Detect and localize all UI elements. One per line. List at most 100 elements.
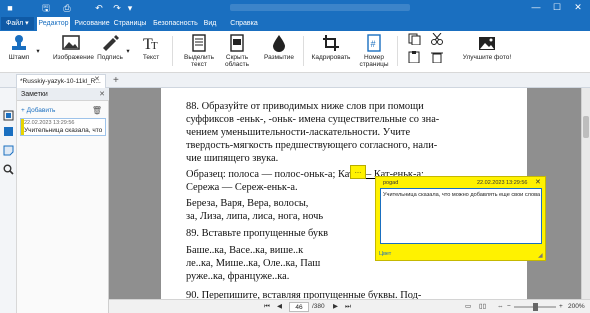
scroll-thumb[interactable] (583, 116, 589, 138)
page-text-line: Баше..ка, Васе..ка, више..к (186, 245, 304, 256)
stamp-dropdown-icon[interactable]: ▾ (34, 47, 42, 55)
tab-view[interactable]: Вид (202, 17, 218, 31)
notes-panel-title: Заметки (21, 91, 48, 98)
page-text-line: ле..ка, Мише..ка, Оле..ка, Паш (186, 258, 321, 269)
ribbon-toolbar: Штамп ▾ Изображение Подпись ▾ TT Текст В… (0, 31, 590, 73)
cut-button[interactable] (426, 33, 448, 47)
close-note-icon[interactable]: ✕ (535, 178, 541, 186)
next-page-icon[interactable]: ▶ (333, 301, 338, 313)
select-text-icon (192, 34, 206, 52)
save-icon[interactable]: 🖫 (40, 2, 52, 14)
note-text-field[interactable]: Учительница сказала, что можно добавлять… (380, 188, 542, 244)
text-button[interactable]: TT Текст (139, 34, 163, 61)
close-panel-icon[interactable]: ✕ (99, 88, 105, 101)
delete-note-icon[interactable]: 🗑 (92, 106, 102, 115)
vertical-scrollbar[interactable] (581, 88, 590, 299)
print-icon[interactable]: ⎙ (61, 2, 73, 14)
close-tab-icon[interactable]: ✕ (94, 75, 100, 83)
add-note-button[interactable]: + Добавить (21, 107, 55, 114)
image-button[interactable]: Изображение (53, 34, 94, 61)
title-bar: ■ 🖫 ⎙ ↶ ↷ ▾ — ☐ ✕ (0, 0, 590, 16)
search-icon[interactable] (3, 164, 14, 175)
last-page-icon[interactable]: ⏭ (345, 301, 351, 313)
stamp-label: Штамп (8, 54, 30, 61)
page-number-button[interactable]: # Номер страницы (358, 34, 390, 68)
hide-area-icon (230, 34, 244, 52)
note-color-link[interactable]: Цвет (379, 251, 391, 257)
tab-editor[interactable]: Редактор (37, 17, 70, 31)
page-text-line: 89. Вставьте пропущенные букв (186, 228, 329, 239)
page-text-line: твердость-мягкость предшествующего согла… (186, 140, 438, 151)
hide-area-button[interactable]: Скрыть область (222, 34, 252, 68)
app-logo-icon: ■ (7, 3, 13, 13)
zoom-out-icon[interactable]: − (507, 301, 511, 313)
note-preview-text: Учительница сказала, что мс (24, 127, 104, 134)
ribbon-separator (397, 36, 398, 66)
photo-enhance-icon (479, 37, 495, 50)
pages-icon[interactable] (3, 110, 14, 121)
page-number-icon: # (367, 34, 381, 52)
page-number-label: Номер (363, 54, 384, 61)
page-number-input[interactable]: 46 (289, 302, 309, 312)
hide-area-label: Скрыть (225, 54, 249, 61)
left-tool-rail (0, 88, 17, 313)
page-text-line: 90. Перепишите, вставляя пропущенные бук… (186, 290, 422, 299)
stamp-button[interactable]: Штамп (5, 34, 33, 61)
single-page-view-icon[interactable]: ▭ (465, 301, 471, 313)
note-list-item[interactable]: 22.02.2023 13:29:56 Учительница сказала,… (20, 118, 106, 136)
close-icon[interactable]: ✕ (567, 1, 589, 14)
blur-button[interactable]: Размытие (262, 34, 296, 61)
tab-drawing[interactable]: Рисование (72, 17, 112, 31)
redo-icon[interactable]: ↷ (111, 2, 123, 14)
select-text-label: Выделить (184, 54, 214, 61)
tab-pages[interactable]: Страницы (113, 17, 147, 31)
note-date: 22.02.2023 13:29:56 (24, 120, 75, 126)
zoom-slider-handle[interactable] (533, 303, 538, 311)
notes-panel: Заметки ✕ + Добавить 🗑 22.02.2023 13:29:… (17, 88, 109, 313)
undo-icon[interactable]: ↶ (93, 2, 105, 14)
signature-icon (103, 35, 119, 51)
text-tool-icon: TT (143, 36, 158, 52)
signature-dropdown-icon[interactable]: ▾ (124, 47, 132, 55)
zoom-in-icon[interactable]: + (559, 301, 563, 313)
page-text-line: чие шипящего звука. (186, 153, 279, 164)
delete-button[interactable] (426, 51, 448, 65)
file-menu-button[interactable]: Файл ▾ (1, 17, 34, 30)
add-tab-icon[interactable]: + (113, 74, 119, 87)
page-number-label-2: страницы (359, 61, 389, 68)
two-page-view-icon[interactable]: ▯▯ (479, 301, 486, 313)
zoom-level[interactable]: 200% (568, 301, 585, 313)
maximize-icon[interactable]: ☐ (546, 1, 568, 14)
paste-icon (408, 51, 420, 63)
tab-security[interactable]: Безопасность (153, 17, 198, 31)
document-tab-strip: *Russkiy-yazyk-10-11kl_R... ✕ + (0, 73, 590, 88)
scissors-icon (431, 33, 443, 45)
minimize-icon[interactable]: — (525, 1, 547, 14)
note-popup: pogad 22.02.2023 13:29:56 ✕ Учительница … (375, 176, 546, 261)
crop-icon (323, 35, 339, 51)
enhance-photo-button[interactable]: Улучшите фото! (460, 34, 514, 61)
signature-button[interactable]: Подпись (96, 34, 124, 61)
crop-button[interactable]: Кадрировать (311, 34, 351, 61)
bookmark-icon[interactable] (3, 126, 14, 137)
document-tab[interactable]: *Russkiy-yazyk-10-11kl_R... (16, 74, 106, 88)
select-text-button[interactable]: Выделить текст (184, 34, 214, 68)
copy-button[interactable] (403, 33, 425, 47)
paste-button[interactable] (403, 51, 425, 65)
prev-page-icon[interactable]: ◀ (277, 301, 282, 313)
note-timestamp: 22.02.2023 13:29:56 (477, 180, 528, 186)
copy-icon (408, 33, 421, 45)
resize-grip-icon[interactable]: ◢ (538, 252, 543, 259)
tab-help[interactable]: Справка (229, 17, 259, 31)
page-text-line: руже..ка, француже..ка. (186, 271, 290, 282)
dropdown-icon[interactable]: ▾ (124, 2, 136, 14)
fit-width-icon[interactable]: ⇔ (497, 301, 504, 313)
first-page-icon[interactable]: ⏮ (264, 301, 270, 313)
notes-icon[interactable] (3, 145, 14, 156)
status-bar: ⏮ ◀ 46 /380 ▶ ⏭ ▭ ▯▯ ⇔ − + 200% (109, 299, 590, 313)
note-connector-line (366, 178, 375, 179)
select-text-label-2: текст (191, 61, 207, 68)
sticky-note-icon[interactable]: … (350, 165, 366, 179)
enhance-photo-label: Улучшите фото! (462, 54, 512, 61)
page-text-line: чением уменьшительности-ласкательности. … (186, 127, 411, 138)
